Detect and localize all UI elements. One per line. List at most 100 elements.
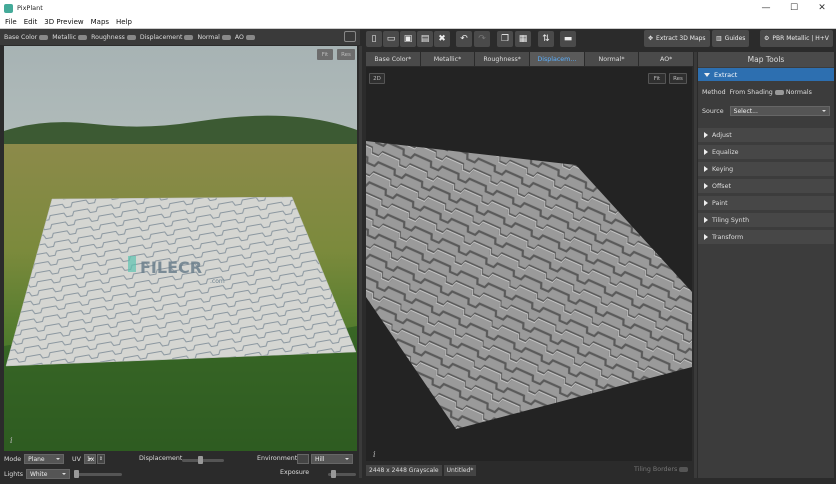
view-res-button[interactable]: Res [669,73,687,84]
tiling-borders-toggle[interactable]: Tiling Borders [634,466,689,473]
method-normals[interactable]: Normals [786,89,812,96]
menu-edit[interactable]: Edit [24,18,38,26]
preview-info-icon[interactable]: i [10,436,13,445]
section-offset[interactable]: Offset [698,179,834,193]
section-paint[interactable]: Paint [698,196,834,210]
view-info-icon[interactable]: i [373,450,376,459]
slider-knob[interactable] [331,470,337,478]
menu-help[interactable]: Help [116,18,132,26]
detach-preview-icon[interactable] [344,31,356,42]
save-icon[interactable]: ▣ [400,31,416,47]
window-title: PixPlant [17,4,43,12]
guides-button[interactable]: ▥ Guides [712,30,750,47]
displacement-label: Displacement [139,455,183,462]
slider-knob[interactable] [198,456,204,464]
toggle-roughness[interactable]: Roughness [91,34,136,41]
source-select[interactable]: Select... [729,106,830,116]
pbr-mode-button[interactable]: ⚙ PBR Metallic | H+V [760,30,833,47]
toggle-label: Roughness [91,33,125,41]
source-label: Source [702,107,724,115]
watermark-text: FILECR [140,258,203,277]
tab-normal[interactable]: Normal* [584,52,639,66]
close-file-icon[interactable]: ✖ [434,31,450,47]
swap-icon[interactable]: ⇅ [538,31,554,47]
method-switch[interactable] [774,90,784,95]
mode-label: Mode [4,455,22,463]
undo-icon[interactable]: ↶ [456,31,472,47]
extract-icon: ✥ [648,35,654,42]
extract-3d-maps-button[interactable]: ✥ Extract 3D Maps [644,30,710,47]
section-label: Offset [712,182,731,190]
3d-preview-viewport[interactable] [4,46,357,451]
map-toggle-bar: Base Color Metallic Roughness Displaceme… [0,29,360,45]
maximize-button[interactable]: ☐ [780,0,808,16]
preview-fit-button[interactable]: Fit [317,49,333,60]
section-extract[interactable]: Extract [698,68,834,81]
watermark-subtext: .com [210,278,225,285]
exposure-slider[interactable] [328,470,356,478]
toggle-displacement[interactable]: Displacement [140,34,194,41]
copy-icon[interactable]: ❐ [497,31,513,47]
slider-knob[interactable] [74,470,79,478]
tab-ao[interactable]: AO* [639,52,694,66]
chevron-right-icon [704,183,708,189]
toggle-normal[interactable]: Normal [197,34,231,41]
mode-control: Mode Plane [4,454,65,464]
lights-slider[interactable] [74,470,122,478]
minimize-button[interactable]: — [752,0,780,16]
tab-metallic[interactable]: Metallic* [420,52,475,66]
section-label: Keying [712,165,734,173]
left-splitter[interactable] [359,46,362,478]
toggle-switch[interactable] [184,34,194,40]
open-folder-icon[interactable]: ▭ [383,31,399,47]
comment-icon[interactable]: ▬ [560,31,576,47]
displacement-render [366,141,692,429]
view-2d-button[interactable]: 2D [369,73,385,84]
menu-3d-preview[interactable]: 3D Preview [44,18,83,26]
toggle-metallic[interactable]: Metallic [52,34,88,41]
tab-base-color[interactable]: Base Color* [366,52,420,66]
paste-icon[interactable]: ▦ [515,31,531,47]
uv-value[interactable]: 1x [83,454,96,464]
source-row: Source Select... [702,106,830,116]
mode-select[interactable]: Plane [24,454,65,464]
menu-file[interactable]: File [5,18,17,26]
extract-body: Method From Shading Normals Source Selec… [698,81,834,125]
right-splitter[interactable] [694,52,697,478]
menu-maps[interactable]: Maps [91,18,109,26]
section-keying[interactable]: Keying [698,162,834,176]
section-tiling-synth[interactable]: Tiling Synth [698,213,834,227]
lights-select[interactable]: White [26,469,70,479]
toggle-switch[interactable] [679,467,689,472]
new-file-icon[interactable]: ▯ [366,31,382,47]
toggle-base-color[interactable]: Base Color [4,34,49,41]
environment-thumbnail[interactable] [297,454,309,464]
section-equalize[interactable]: Equalize [698,145,834,159]
section-label: Adjust [712,131,732,139]
toggle-switch[interactable] [39,34,49,40]
toggle-ao[interactable]: AO [235,34,255,41]
toggle-switch[interactable] [78,34,88,40]
section-extract-label: Extract [714,70,738,79]
menu-bar: File Edit 3D Preview Maps Help [0,16,836,29]
section-transform[interactable]: Transform [698,230,834,244]
environment-select[interactable]: Hill [311,454,353,464]
method-from-shading[interactable]: From Shading [730,89,773,96]
uv-control: UV 1x ⇕ [72,454,105,464]
toggle-switch[interactable] [221,34,231,40]
tab-displacement[interactable]: Displacem... [530,52,584,66]
section-adjust[interactable]: Adjust [698,128,834,142]
displacement-viewport[interactable] [366,67,692,461]
displacement-slider[interactable] [182,456,224,464]
uv-stepper-icon[interactable]: ⇕ [96,454,105,464]
save-as-icon[interactable]: ▤ [417,31,433,47]
redo-icon[interactable]: ↷ [474,31,490,47]
view-fit-button[interactable]: Fit [648,73,666,84]
tiling-borders-label: Tiling Borders [634,466,678,473]
tab-roughness[interactable]: Roughness* [475,52,530,66]
close-button[interactable]: ✕ [808,0,836,16]
preview-res-button[interactable]: Res [337,49,355,60]
toggle-switch[interactable] [245,34,255,40]
toggle-switch[interactable] [126,34,136,40]
section-label: Transform [712,233,744,241]
